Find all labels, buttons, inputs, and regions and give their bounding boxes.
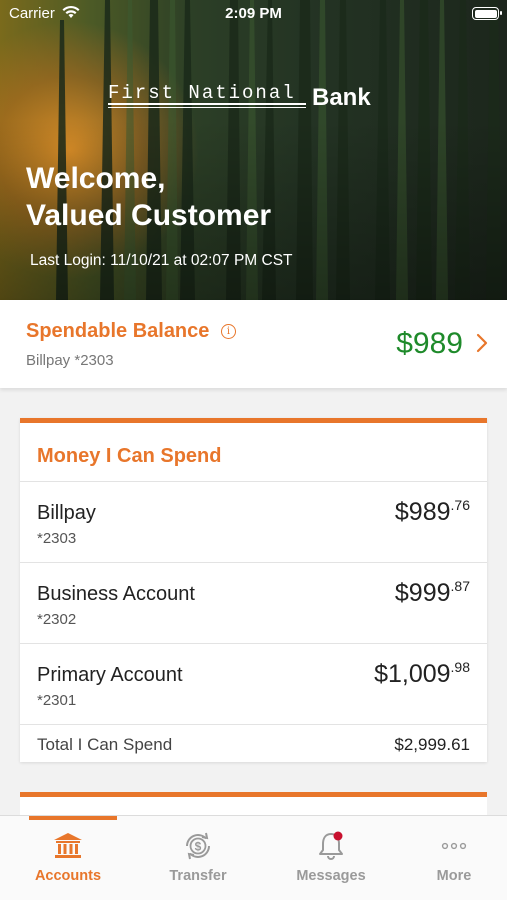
clock: 2:09 PM bbox=[225, 5, 282, 22]
tab-accounts[interactable]: Accounts bbox=[5, 816, 131, 900]
account-name: Billpay bbox=[37, 502, 96, 524]
account-name: Primary Account bbox=[37, 664, 183, 686]
spendable-amount: $989 bbox=[396, 327, 463, 360]
account-number: *2303 bbox=[37, 530, 77, 547]
status-bar: Carrier 2:09 PM bbox=[0, 0, 507, 28]
spendable-account: Billpay *2303 bbox=[26, 352, 114, 369]
tab-bar: Accounts $ Transfer Messages More bbox=[0, 815, 507, 900]
account-row-billpay[interactable]: Billpay *2303 $989.76 bbox=[20, 482, 487, 563]
tab-label: Transfer bbox=[169, 868, 227, 884]
account-row-business[interactable]: Business Account *2302 $999.87 bbox=[20, 563, 487, 644]
spendable-balance-row[interactable]: Spendable Balance i Billpay *2303 $989 bbox=[0, 300, 507, 388]
card-title: Money I Can Spend bbox=[37, 445, 222, 467]
account-name: Business Account bbox=[37, 583, 195, 605]
bell-icon bbox=[319, 831, 343, 860]
account-balance: $1,009.98 bbox=[374, 659, 470, 688]
account-balance: $999.87 bbox=[394, 578, 470, 607]
logo-bank: Bank bbox=[312, 84, 371, 111]
total-label: Total I Can Spend bbox=[37, 735, 173, 754]
account-balance: $989.76 bbox=[394, 497, 470, 526]
welcome-line-1: Welcome, bbox=[26, 162, 166, 195]
tab-label: Messages bbox=[296, 868, 366, 884]
account-number: *2301 bbox=[37, 692, 77, 709]
chevron-right-icon bbox=[476, 333, 488, 353]
card-header: Money I Can Spend bbox=[20, 423, 487, 482]
money-i-can-spend-card: Money I Can Spend Billpay *2303 $989.76 … bbox=[20, 418, 487, 762]
tab-messages[interactable]: Messages bbox=[268, 816, 394, 900]
more-icon bbox=[441, 842, 467, 850]
account-row-primary[interactable]: Primary Account *2301 $1,009.98 bbox=[20, 644, 487, 725]
welcome-heading: Welcome, Valued Customer bbox=[26, 160, 271, 234]
tab-label: Accounts bbox=[34, 868, 102, 884]
tab-label: More bbox=[436, 868, 472, 884]
spendable-balance-title: Spendable Balance bbox=[26, 320, 210, 342]
bank-icon bbox=[54, 833, 82, 858]
total-value: $2,999.61 bbox=[394, 735, 470, 754]
svg-text:$: $ bbox=[195, 840, 202, 854]
total-row: Total I Can Spend $2,999.61 bbox=[20, 726, 487, 762]
info-icon[interactable]: i bbox=[221, 324, 236, 339]
battery-icon bbox=[472, 7, 502, 20]
active-tab-indicator bbox=[29, 816, 117, 820]
account-number: *2302 bbox=[37, 611, 77, 628]
tab-transfer[interactable]: $ Transfer bbox=[135, 816, 261, 900]
bank-logo: First National Bank bbox=[108, 82, 398, 112]
tab-more[interactable]: More bbox=[391, 816, 507, 900]
notification-dot bbox=[333, 831, 343, 841]
welcome-line-2: Valued Customer bbox=[26, 199, 272, 232]
logo-first-national: First National bbox=[108, 82, 296, 104]
last-login-text: Last Login: 11/10/21 at 02:07 PM CST bbox=[30, 252, 293, 269]
transfer-icon: $ bbox=[186, 832, 210, 860]
